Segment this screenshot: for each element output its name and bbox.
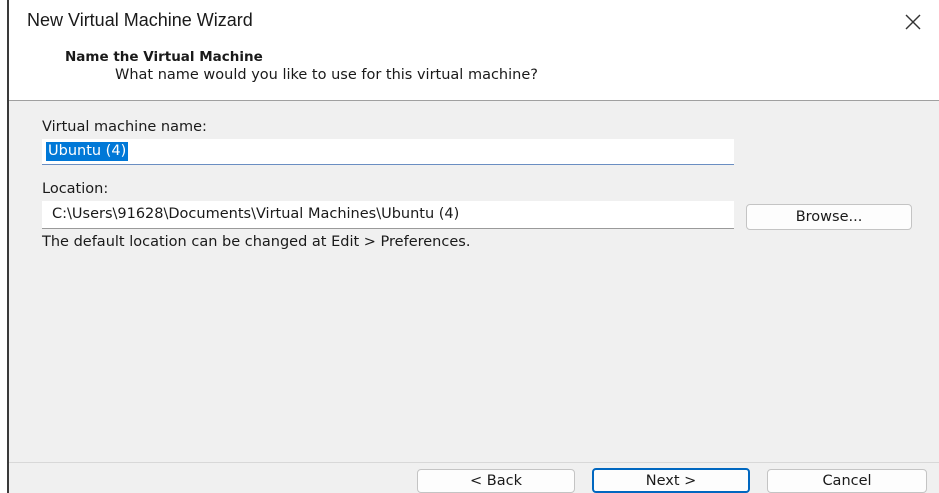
close-icon [905,14,921,30]
next-button[interactable]: Next > [592,468,750,493]
vm-name-input[interactable]: Ubuntu (4) [42,139,734,165]
vm-name-label: Virtual machine name: [42,119,207,135]
close-button[interactable] [899,8,927,36]
browse-button[interactable]: Browse... [746,204,912,230]
back-button[interactable]: < Back [417,469,575,493]
location-hint: The default location can be changed at E… [42,234,471,250]
vm-name-value: Ubuntu (4) [46,142,129,161]
wizard-header: Name the Virtual Machine What name would… [9,44,939,101]
location-input[interactable]: C:\Users\91628\Documents\Virtual Machine… [42,201,734,229]
wizard-window: New Virtual Machine Wizard Name the Virt… [7,0,939,493]
location-value: C:\Users\91628\Documents\Virtual Machine… [52,206,460,222]
page-subtitle: What name would you like to use for this… [115,67,538,83]
cancel-button[interactable]: Cancel [767,469,927,493]
page-title: Name the Virtual Machine [65,49,263,65]
window-title: New Virtual Machine Wizard [27,10,253,30]
footer-divider [9,462,939,463]
location-label: Location: [42,181,109,197]
title-bar: New Virtual Machine Wizard [9,0,939,44]
